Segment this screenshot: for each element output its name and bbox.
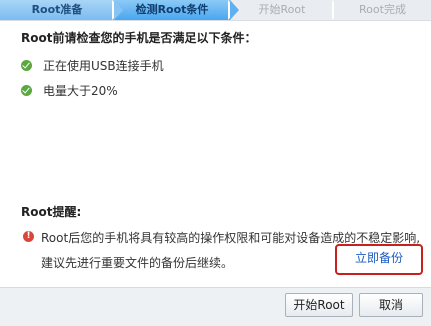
step-label: 开始Root bbox=[258, 3, 306, 16]
step-label: Root准备 bbox=[31, 3, 83, 16]
step-separator bbox=[334, 0, 343, 20]
check-circle-icon bbox=[21, 60, 32, 71]
step-label: Root完成 bbox=[359, 3, 406, 16]
conditions-heading: Root前请检查您的手机是否满足以下条件： bbox=[21, 31, 257, 45]
step-check-conditions: 检测Root条件 bbox=[114, 0, 230, 20]
step-separator bbox=[114, 0, 123, 20]
backup-now-link[interactable]: 立即备份 bbox=[335, 244, 423, 275]
step-root-prepare: Root准备 bbox=[0, 0, 114, 20]
step-start-root: 开始Root bbox=[230, 0, 334, 20]
check-circle-icon bbox=[21, 85, 32, 96]
cancel-button[interactable]: 取消 bbox=[359, 293, 423, 317]
condition-battery: 电量大于20% bbox=[21, 84, 118, 98]
step-root-complete: Root完成 bbox=[334, 0, 431, 20]
condition-text: 正在使用USB连接手机 bbox=[43, 59, 164, 73]
step-separator bbox=[230, 0, 239, 20]
warning-circle-icon: ! bbox=[23, 231, 34, 242]
condition-usb: 正在使用USB连接手机 bbox=[21, 59, 164, 73]
start-root-button[interactable]: 开始Root bbox=[285, 293, 353, 317]
warning-text-line2: 建议先进行重要文件的备份后继续。 bbox=[41, 256, 234, 270]
condition-text: 电量大于20% bbox=[43, 84, 118, 98]
step-label: 检测Root条件 bbox=[135, 3, 209, 16]
warning-title: Root提醒: bbox=[21, 205, 82, 219]
progress-stepper: Root准备 检测Root条件 开始Root Root完成 bbox=[0, 0, 431, 21]
